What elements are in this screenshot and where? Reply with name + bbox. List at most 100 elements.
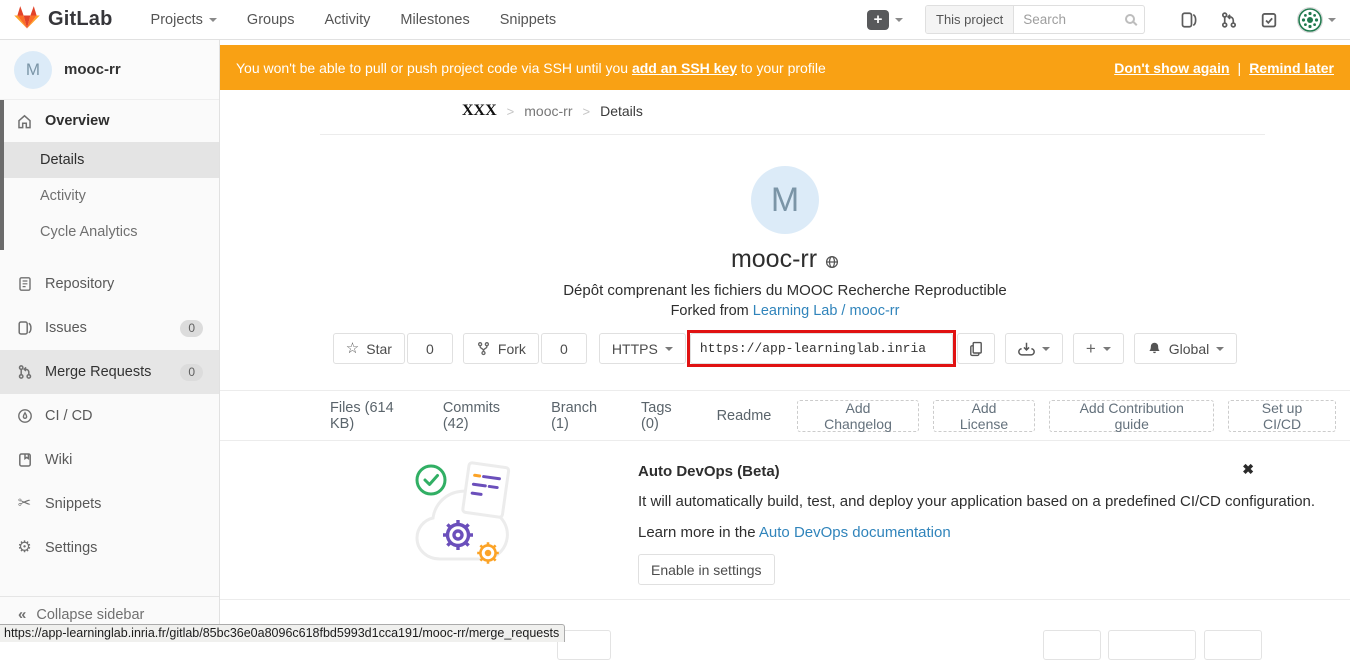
ssh-warning-banner: You won't be able to pull or push projec…: [220, 45, 1350, 90]
breadcrumb-separator: >: [507, 104, 515, 119]
merge-requests-icon[interactable]: [1220, 11, 1238, 29]
top-navbar: GitLab Projects Groups Activity Mileston…: [0, 0, 1350, 40]
menu-activity[interactable]: Activity: [324, 12, 370, 28]
tab-commits[interactable]: Commits (42): [443, 400, 525, 432]
partial-button[interactable]: [557, 630, 611, 660]
remind-later-link[interactable]: Remind later: [1249, 60, 1334, 76]
star-icon: ☆: [346, 341, 359, 356]
breadcrumb-namespace[interactable]: XXX: [462, 102, 497, 120]
partial-button[interactable]: [1108, 630, 1196, 660]
fork-count-button[interactable]: 0: [541, 333, 587, 364]
brand-name: GitLab: [48, 8, 113, 31]
sidebar-item-overview[interactable]: Overview: [4, 100, 219, 142]
chevron-down-icon: [665, 347, 673, 351]
tab-files[interactable]: Files (614 KB): [330, 400, 417, 432]
copy-clone-url-button[interactable]: [957, 333, 995, 364]
sidebar-item-merge-requests[interactable]: Merge Requests 0: [0, 350, 219, 394]
sidebar-item-ci-cd[interactable]: CI / CD: [0, 394, 219, 438]
sidebar-item-issues[interactable]: Issues 0: [0, 306, 219, 350]
sidebar-project-name: mooc-rr: [64, 61, 121, 78]
fork-icon: [476, 341, 491, 356]
todos-icon[interactable]: [1260, 11, 1278, 29]
count-badge: 0: [180, 364, 203, 381]
project-stats-bar: Files (614 KB) Commits (42) Branch (1) T…: [220, 391, 1350, 441]
tab-tags[interactable]: Tags (0): [641, 400, 691, 432]
sidebar-section-overview: Overview Details Activity Cycle Analytic…: [0, 100, 219, 250]
issue-boards-icon[interactable]: [1180, 11, 1198, 29]
navbar-right: + This project: [867, 5, 1336, 34]
breadcrumb-project[interactable]: mooc-rr: [524, 103, 572, 119]
sidebar-item-activity[interactable]: Activity: [4, 178, 219, 214]
chevron-down-icon: [895, 18, 903, 22]
gitlab-logo[interactable]: GitLab: [14, 5, 113, 34]
fork-button[interactable]: Fork: [463, 333, 539, 364]
protocol-dropdown[interactable]: HTTPS: [599, 333, 686, 364]
chevron-down-icon: [1103, 347, 1111, 351]
add-ssh-key-link[interactable]: add an SSH key: [632, 60, 737, 76]
star-button[interactable]: ☆ Star: [333, 333, 405, 364]
sidebar-nav: Overview Details Activity Cycle Analytic…: [0, 100, 219, 570]
scissors-icon: ✂: [16, 496, 33, 512]
plus-icon: +: [1086, 340, 1096, 357]
menu-milestones[interactable]: Milestones: [400, 12, 469, 28]
document-icon: [16, 276, 33, 292]
wiki-icon: [16, 452, 33, 468]
project-name: mooc-rr: [731, 245, 817, 274]
project-title-row: mooc-rr: [220, 245, 1350, 274]
search-scope-label: This project: [926, 6, 1014, 33]
plus-icon: +: [867, 10, 889, 30]
user-avatar[interactable]: [1297, 7, 1323, 33]
main-menu: Projects Groups Activity Milestones Snip…: [151, 12, 557, 28]
auto-devops-doc-link[interactable]: Auto DevOps documentation: [759, 524, 951, 541]
collapse-chevrons-icon: «: [18, 607, 26, 622]
project-actions-row: ☆ Star 0 Fork 0 HTTPS: [220, 333, 1350, 364]
devops-illustration: [406, 453, 536, 583]
breadcrumb-page[interactable]: Details: [600, 103, 643, 119]
tab-readme[interactable]: Readme: [717, 408, 772, 424]
new-dropdown[interactable]: +: [867, 10, 903, 30]
clone-url-input[interactable]: [690, 333, 953, 364]
sidebar-item-snippets[interactable]: ✂ Snippets: [0, 482, 219, 526]
sidebar-item-repository[interactable]: Repository: [0, 262, 219, 306]
partial-button[interactable]: [1204, 630, 1262, 660]
sidebar-item-wiki[interactable]: Wiki: [0, 438, 219, 482]
dont-show-again-link[interactable]: Don't show again: [1114, 60, 1229, 76]
download-dropdown[interactable]: [1005, 333, 1063, 364]
sidebar-item-settings[interactable]: ⚙ Settings: [0, 526, 219, 570]
search-icon: [1125, 14, 1135, 24]
setup-ci-cd-button[interactable]: Set up CI/CD: [1228, 400, 1336, 432]
bell-icon: [1147, 341, 1162, 356]
add-contribution-guide-button[interactable]: Add Contribution guide: [1049, 400, 1214, 432]
breadcrumb: XXX > mooc-rr > Details: [462, 102, 643, 120]
forked-from-link[interactable]: Learning Lab / mooc-rr: [753, 303, 900, 319]
menu-snippets[interactable]: Snippets: [500, 12, 556, 28]
add-new-dropdown[interactable]: +: [1073, 333, 1124, 364]
issues-icon: [16, 320, 33, 336]
enable-in-settings-button[interactable]: Enable in settings: [638, 554, 775, 585]
notification-dropdown[interactable]: Global: [1134, 333, 1237, 364]
globe-icon: [825, 255, 839, 269]
auto-devops-learn-line: Learn more in the Auto DevOps documentat…: [638, 524, 1315, 541]
close-icon[interactable]: ✖: [1242, 461, 1254, 478]
tanuki-icon: [14, 5, 40, 34]
menu-groups[interactable]: Groups: [247, 12, 295, 28]
sidebar-item-cycle-analytics[interactable]: Cycle Analytics: [4, 214, 219, 250]
menu-projects[interactable]: Projects: [151, 12, 217, 28]
forked-from-line: Forked from Learning Lab / mooc-rr: [220, 303, 1350, 319]
partial-button[interactable]: [1043, 630, 1101, 660]
star-count-button[interactable]: 0: [407, 333, 453, 364]
auto-devops-banner: Auto DevOps (Beta) It will automatically…: [220, 441, 1350, 600]
project-sidebar: M mooc-rr Overview Details Activity Cycl…: [0, 40, 220, 642]
sidebar-project-header[interactable]: M mooc-rr: [0, 40, 219, 100]
sidebar-item-details[interactable]: Details: [4, 142, 219, 178]
clone-url-wrapper: [690, 333, 953, 364]
search-box: This project: [925, 5, 1145, 34]
chevron-down-icon[interactable]: [1328, 18, 1336, 22]
project-avatar-small: M: [14, 51, 52, 89]
ssh-warning-text: You won't be able to pull or push projec…: [236, 60, 826, 76]
add-changelog-button[interactable]: Add Changelog: [797, 400, 918, 432]
add-license-button[interactable]: Add License: [933, 400, 1036, 432]
auto-devops-body: It will automatically build, test, and d…: [638, 493, 1315, 510]
tab-branch[interactable]: Branch (1): [551, 400, 615, 432]
auto-devops-title: Auto DevOps (Beta): [638, 463, 1315, 480]
